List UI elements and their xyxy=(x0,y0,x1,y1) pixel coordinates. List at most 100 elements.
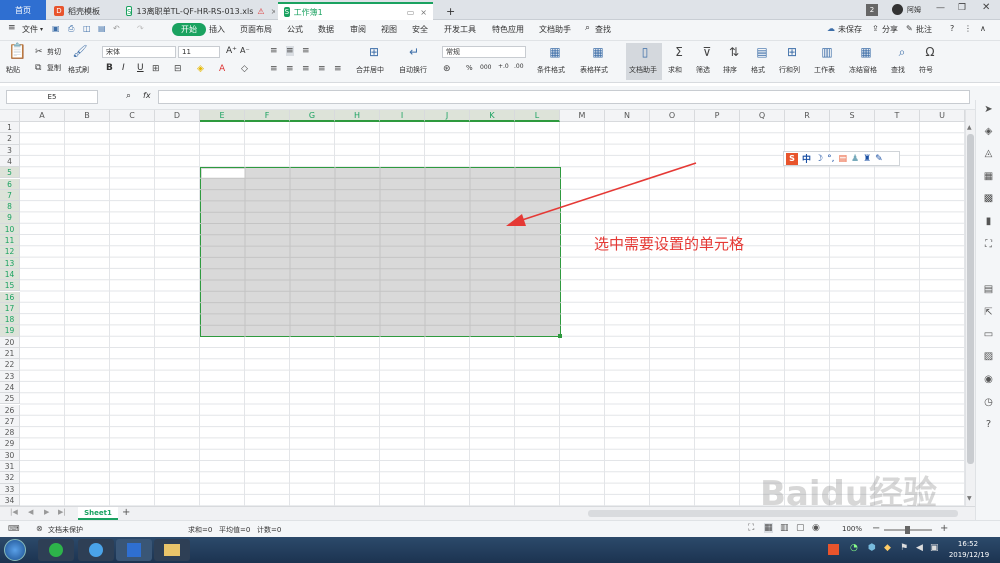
merge-center-icon[interactable]: ⊞ xyxy=(366,45,382,59)
image-icon[interactable]: ▨ xyxy=(982,350,995,363)
sort-icon[interactable]: ⇅ xyxy=(726,45,742,59)
row-header[interactable]: 6 xyxy=(0,178,20,190)
column-header[interactable]: G xyxy=(290,110,335,122)
menu-security[interactable]: 安全 xyxy=(412,24,428,35)
row-header[interactable]: 13 xyxy=(0,257,20,269)
row-header[interactable]: 26 xyxy=(0,404,20,416)
number-format-select[interactable]: 常规 xyxy=(442,46,526,58)
font-grow-icon[interactable]: A⁺ xyxy=(226,46,237,56)
conditional-format-icon[interactable]: ▦ xyxy=(547,45,563,59)
row-header[interactable]: 16 xyxy=(0,291,20,303)
row-col-icon[interactable]: ⊞ xyxy=(784,45,800,59)
menu-developer[interactable]: 开发工具 xyxy=(444,24,476,35)
worksheet-icon[interactable]: ▥ xyxy=(819,45,835,59)
increase-decimal-icon[interactable]: +.0 xyxy=(498,63,509,70)
border-icon[interactable]: ⊞ xyxy=(152,64,160,74)
restore-button[interactable]: ❐ xyxy=(958,3,966,13)
zoom-icon[interactable]: ⌕ xyxy=(126,91,131,101)
user-name[interactable]: 阿姆 xyxy=(907,5,921,15)
table-style-icon[interactable]: ▦ xyxy=(590,45,606,59)
format-button[interactable]: 格式 xyxy=(751,65,765,75)
distribute-icon[interactable]: ≡ xyxy=(334,64,342,74)
row-header[interactable]: 14 xyxy=(0,268,20,281)
column-header[interactable]: K xyxy=(470,110,515,122)
font-color-icon[interactable]: A xyxy=(219,64,225,74)
menu-special[interactable]: 特色应用 xyxy=(492,24,524,35)
row-header[interactable]: 3 xyxy=(0,144,20,156)
column-header[interactable]: H xyxy=(335,110,380,122)
start-button-icon[interactable] xyxy=(4,539,26,561)
conditional-format-button[interactable]: 条件格式 xyxy=(537,65,565,75)
align-right-icon[interactable]: ≡ xyxy=(302,64,310,74)
menu-search[interactable]: 查找 xyxy=(595,24,611,35)
punctuation-icon[interactable]: °, xyxy=(827,154,834,164)
share-button[interactable]: 分享 xyxy=(882,24,898,35)
security-tray-icon[interactable]: ◆ xyxy=(884,543,891,553)
row-header[interactable]: 27 xyxy=(0,415,20,428)
horizontal-scrollbar[interactable] xyxy=(588,510,958,517)
column-header[interactable]: L xyxy=(515,110,560,122)
tab-workbook1[interactable]: S 工作簿1 ▭ × xyxy=(278,2,433,20)
spreadsheet-grid[interactable]: ABCDEFGHIJKLMNOPQRSTU 1 2 3 4 5 6 7 8 9 10 11 12 13 1… xyxy=(0,110,965,506)
sogou-tray-icon[interactable] xyxy=(828,544,839,555)
browser-app-icon[interactable] xyxy=(78,539,114,561)
percent-button[interactable]: % xyxy=(466,64,473,72)
cut-button[interactable]: 剪切 xyxy=(47,47,61,57)
align-bottom-icon[interactable]: ≡ xyxy=(302,46,310,56)
find-icon[interactable]: ⌕ xyxy=(894,45,910,59)
eye-icon[interactable]: ◉ xyxy=(812,523,820,533)
cut-icon[interactable]: ✂ xyxy=(35,47,43,57)
vertical-scrollbar[interactable]: ▲ ▼ xyxy=(965,110,975,506)
menu-formulas[interactable]: 公式 xyxy=(287,24,303,35)
file-explorer-icon[interactable] xyxy=(154,539,190,561)
wifi-app-icon[interactable] xyxy=(38,539,74,561)
sum-icon[interactable]: Σ xyxy=(671,45,687,59)
menu-data[interactable]: 数据 xyxy=(318,24,334,35)
sheet-tab-sheet1[interactable]: Sheet1 xyxy=(78,507,118,520)
grid-icon[interactable]: ▩ xyxy=(982,192,995,205)
copy-button[interactable]: 复制 xyxy=(47,63,61,73)
row-col-button[interactable]: 行和列 xyxy=(779,65,800,75)
column-header[interactable]: U xyxy=(920,110,965,122)
column-header[interactable]: P xyxy=(695,110,740,122)
scroll-down-icon[interactable]: ▼ xyxy=(967,495,972,502)
ime-lang-label[interactable]: 中 xyxy=(802,152,811,165)
chat-icon[interactable]: ▭ xyxy=(407,8,415,17)
tab-resignation-xls[interactable]: S 13离职单TL-QF-HR-RS-013.xls ⚠ × xyxy=(120,2,275,20)
wrench-icon[interactable]: ✎ xyxy=(875,154,883,164)
fill-bucket-icon[interactable]: ◬ xyxy=(982,147,995,160)
format-icon[interactable]: ▤ xyxy=(754,45,770,59)
print-icon[interactable]: ⎙ xyxy=(68,24,74,34)
avatar[interactable] xyxy=(892,4,903,15)
column-header[interactable]: N xyxy=(605,110,650,122)
help-circle-icon[interactable]: ? xyxy=(982,418,995,431)
clipboard-icon[interactable]: ▤ xyxy=(982,283,995,296)
minimize-button[interactable]: — xyxy=(936,3,945,13)
freeze-panes-icon[interactable]: ▦ xyxy=(858,45,874,59)
macro-icon[interactable]: ⌨ xyxy=(8,524,20,533)
help-button[interactable]: ? xyxy=(950,24,954,33)
redo-icon[interactable]: ↷ xyxy=(137,24,144,33)
wrap-text-button[interactable]: 自动换行 xyxy=(399,65,427,75)
archive-icon[interactable]: ▭ xyxy=(982,328,995,341)
ime-toolbar[interactable]: S 中 ☽ °, ▤ ♟ ♜ ✎ xyxy=(783,151,900,166)
column-header[interactable]: T xyxy=(875,110,920,122)
flag-tray-icon[interactable]: ⚑ xyxy=(900,543,908,553)
row-header[interactable]: 18 xyxy=(0,314,20,326)
fx-button[interactable]: fx xyxy=(143,91,151,100)
align-left-icon[interactable]: ≡ xyxy=(270,64,278,74)
menu-doc-assistant[interactable]: 文档助手 xyxy=(539,24,571,35)
column-header[interactable]: D xyxy=(155,110,200,122)
clear-format-icon[interactable]: ◇ xyxy=(241,64,248,74)
table-icon[interactable]: ▦ xyxy=(982,170,995,183)
tab-docer-templates[interactable]: D 稻壳模板 xyxy=(48,2,118,20)
save-icon[interactable]: ▣ xyxy=(52,24,60,33)
paste-button[interactable]: 粘贴 xyxy=(6,65,20,75)
align-middle-icon[interactable]: ≡ xyxy=(286,46,294,56)
row-header[interactable]: 31 xyxy=(0,461,20,473)
decrease-decimal-icon[interactable]: .00 xyxy=(514,63,524,70)
volume-tray-icon[interactable]: ◀ xyxy=(916,543,923,553)
symbol-button[interactable]: 符号 xyxy=(919,65,933,75)
merge-center-button[interactable]: 合并居中 xyxy=(356,65,384,75)
app-tray-icon[interactable]: ⬢ xyxy=(868,543,876,553)
